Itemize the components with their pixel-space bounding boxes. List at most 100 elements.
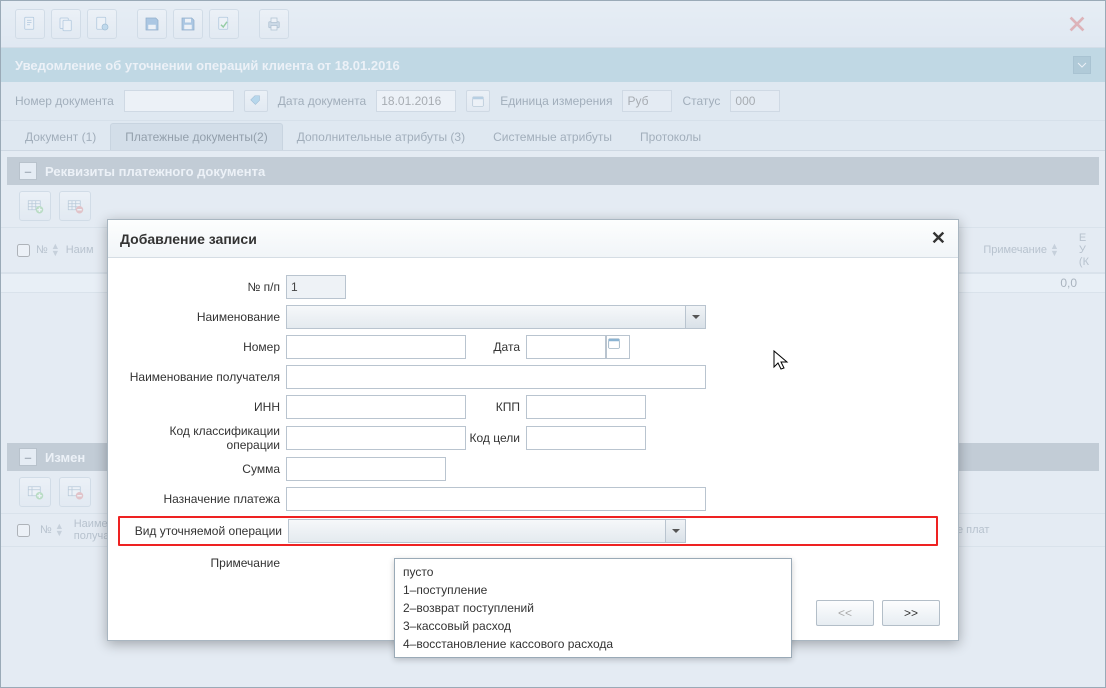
doc-date-label: Дата документа — [278, 94, 366, 108]
dropdown-option-3[interactable]: 3–кассовый расход — [401, 617, 785, 635]
tab-system-attrs[interactable]: Системные атрибуты — [479, 124, 626, 150]
combo-name[interactable] — [286, 305, 706, 329]
section-toggle-1[interactable]: – — [19, 162, 37, 180]
label-npp: № п/п — [118, 280, 286, 294]
header-dropdown-button[interactable] — [1073, 56, 1091, 74]
input-op-kind[interactable] — [289, 520, 665, 542]
col-name: Наим — [66, 244, 94, 256]
status-label: Статус — [682, 94, 720, 108]
section-title-2: Измен — [45, 450, 85, 465]
grid-delete-icon — [66, 197, 84, 215]
tab-protocols[interactable]: Протоколы — [626, 124, 715, 150]
close-app-button[interactable] — [1063, 10, 1091, 38]
label-note: Примечание — [118, 556, 286, 570]
tab-payment-docs[interactable]: Платежные документы(2) — [110, 123, 283, 150]
input-purpose[interactable] — [286, 487, 706, 511]
next-button[interactable]: >> — [882, 600, 940, 626]
grid-add-icon — [26, 483, 44, 501]
prev-button[interactable]: << — [816, 600, 874, 626]
label-kko: Код классификации операции — [118, 424, 286, 452]
print-button[interactable] — [259, 9, 289, 39]
chevron-down-icon — [1077, 60, 1087, 70]
dropdown-option-1[interactable]: 1–поступление — [401, 581, 785, 599]
input-kko[interactable] — [286, 426, 466, 450]
input-inn[interactable] — [286, 395, 466, 419]
new-doc-button[interactable] — [15, 9, 45, 39]
filter-bar: Номер документа Дата документа Единица и… — [1, 82, 1105, 121]
input-number[interactable] — [286, 335, 466, 359]
chevron-down-icon — [671, 526, 681, 536]
dropdown-option-empty[interactable]: пусто — [401, 563, 785, 581]
label-inn: ИНН — [118, 400, 286, 414]
select-all-checkbox[interactable] — [17, 244, 30, 257]
save-as-icon — [143, 15, 161, 33]
document-header-bar: Уведомление об уточнении операций клиент… — [1, 48, 1105, 82]
section-toggle-2[interactable]: – — [19, 448, 37, 466]
col2-no: № — [40, 524, 52, 536]
main-toolbar — [1, 1, 1105, 48]
new-doc-icon — [21, 15, 39, 33]
combo-op-kind[interactable] — [288, 519, 686, 543]
zero-value: 0,0 — [1060, 276, 1077, 290]
section-title-1: Реквизиты платежного документа — [45, 164, 265, 179]
save-button[interactable] — [173, 9, 203, 39]
modal-title: Добавление записи — [120, 231, 257, 247]
add-record-modal: Добавление записи ✕ № п/п Наименование Н… — [107, 219, 959, 641]
calendar-icon — [471, 94, 485, 108]
unit-input — [622, 90, 672, 112]
delete-row-button-2[interactable] — [59, 477, 91, 507]
op-kind-dropdown: пусто 1–поступление 2–возврат поступлени… — [394, 558, 792, 658]
input-kpp[interactable] — [526, 395, 646, 419]
grid-add-icon — [26, 197, 44, 215]
tab-document[interactable]: Документ (1) — [11, 124, 110, 150]
tag-icon — [249, 94, 263, 108]
col-note: Примечание — [983, 244, 1047, 256]
label-purpose: Назначение платежа — [118, 492, 286, 506]
label-goal: Код цели — [466, 431, 526, 445]
add-row-button-2[interactable] — [19, 477, 51, 507]
attach-icon — [93, 15, 111, 33]
date-picker-button[interactable] — [606, 335, 630, 359]
save-as-button[interactable] — [137, 9, 167, 39]
input-recip[interactable] — [286, 365, 706, 389]
doc-no-lookup[interactable] — [244, 90, 268, 112]
tab-extra-attrs[interactable]: Дополнительные атрибуты (3) — [283, 124, 479, 150]
document-title: Уведомление об уточнении операций клиент… — [15, 58, 400, 73]
label-sum: Сумма — [118, 462, 286, 476]
label-recip: Наименование получателя — [118, 370, 286, 384]
doc-no-input[interactable] — [124, 90, 234, 112]
delete-row-button[interactable] — [59, 191, 91, 221]
label-op-kind: Вид уточняемой операции — [120, 524, 288, 538]
approve-button[interactable] — [209, 9, 239, 39]
combo-op-kind-toggle[interactable] — [665, 520, 685, 542]
combo-name-toggle[interactable] — [685, 306, 705, 328]
section-requisites: – Реквизиты платежного документа — [7, 157, 1099, 185]
select-all-checkbox-2[interactable] — [17, 524, 30, 537]
dropdown-option-4[interactable]: 4–восстановление кассового расхода — [401, 635, 785, 653]
input-name[interactable] — [287, 306, 685, 328]
label-date: Дата — [466, 340, 526, 354]
attach-button[interactable] — [87, 9, 117, 39]
copy-doc-icon — [57, 15, 75, 33]
modal-header: Добавление записи ✕ — [108, 220, 958, 258]
calendar-icon — [607, 336, 621, 350]
input-goal[interactable] — [526, 426, 646, 450]
chevron-down-icon — [691, 312, 701, 322]
doc-date-input[interactable] — [376, 90, 456, 112]
doc-date-picker[interactable] — [466, 90, 490, 112]
modal-close-button[interactable]: ✕ — [931, 228, 946, 249]
grid-delete-icon — [66, 483, 84, 501]
status-input — [730, 90, 780, 112]
label-name: Наименование — [118, 310, 286, 324]
print-icon — [265, 15, 283, 33]
input-sum[interactable] — [286, 457, 446, 481]
label-number: Номер — [118, 340, 286, 354]
label-kpp: КПП — [466, 400, 526, 414]
add-row-button[interactable] — [19, 191, 51, 221]
col-no: № — [36, 244, 48, 256]
input-npp — [286, 275, 346, 299]
copy-doc-button[interactable] — [51, 9, 81, 39]
doc-no-label: Номер документа — [15, 94, 114, 108]
dropdown-option-2[interactable]: 2–возврат поступлений — [401, 599, 785, 617]
input-date[interactable] — [526, 335, 606, 359]
